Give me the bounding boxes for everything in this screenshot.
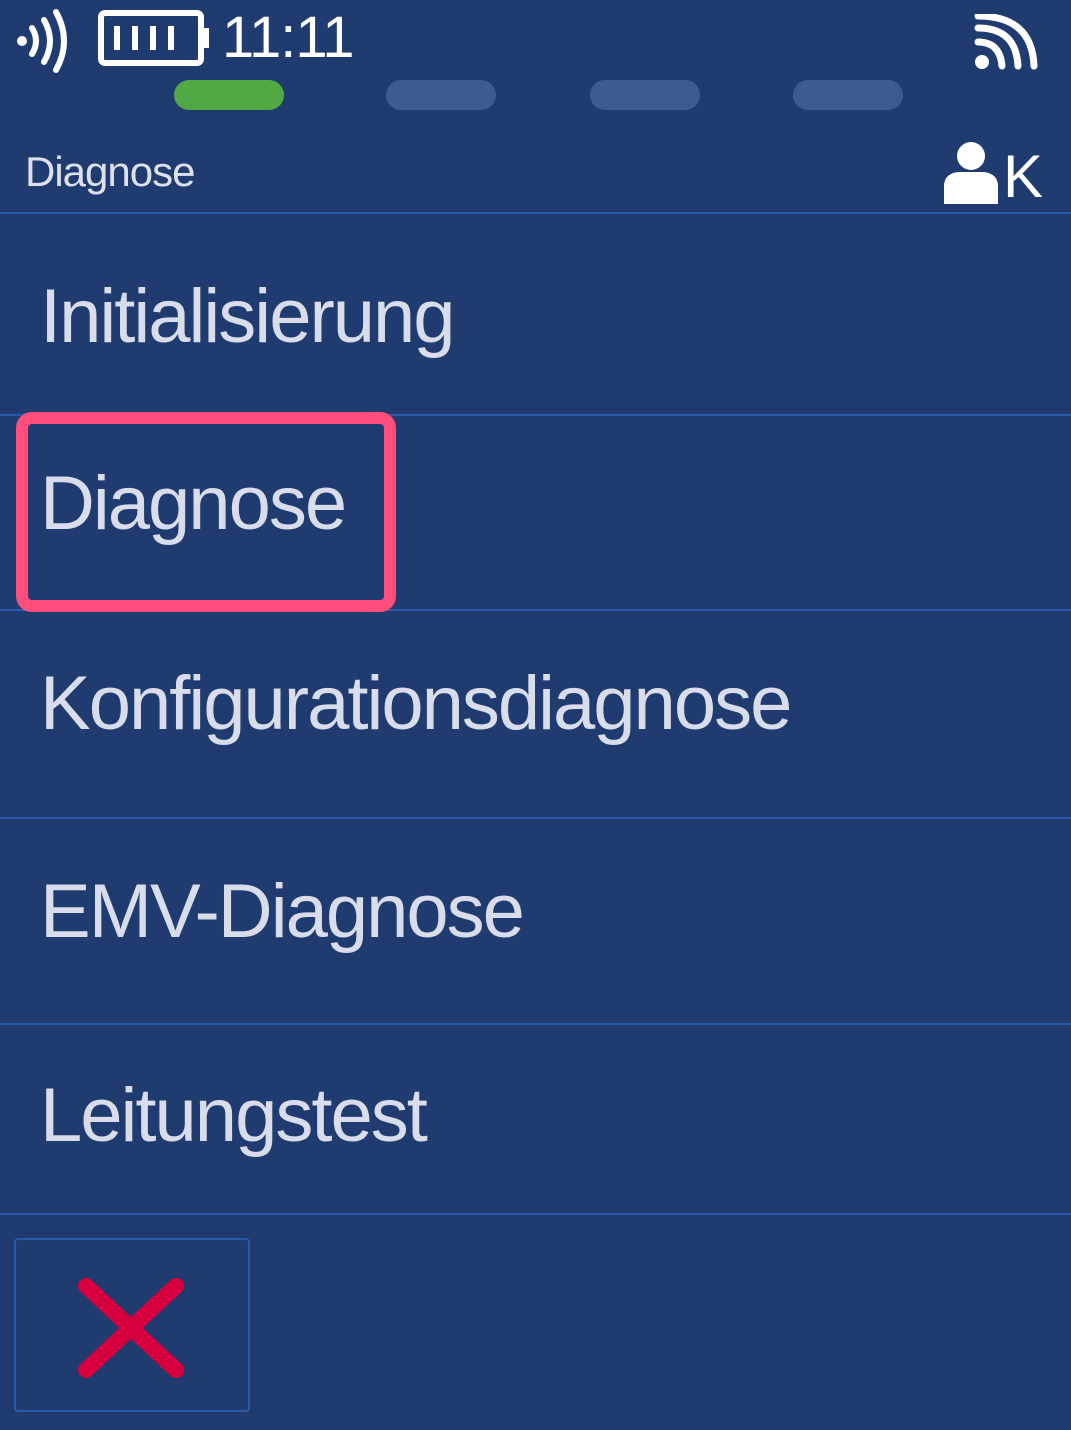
menu-item-leitungstest[interactable]: Leitungstest [0, 1025, 1071, 1215]
menu-item-label: Leitungstest [40, 1073, 428, 1158]
progress-step-2 [386, 80, 496, 110]
user-icon [944, 142, 998, 204]
menu-item-emv-diagnose[interactable]: EMV-Diagnose [0, 819, 1071, 1025]
user-level-badge: K [1003, 143, 1044, 210]
cancel-button[interactable] [14, 1238, 250, 1412]
clock: 11:11 [222, 5, 355, 70]
menu-item-konfigurationsdiagnose[interactable]: Konfigurationsdiagnose [0, 611, 1071, 819]
step-progress [0, 80, 1071, 110]
menu-item-label: EMV-Diagnose [40, 869, 525, 954]
menu-item-label: Diagnose [40, 461, 347, 546]
wifi-icon [974, 14, 1038, 70]
menu-item-initialisierung[interactable]: Initialisierung [0, 214, 1071, 416]
close-icon [78, 1278, 184, 1378]
page-title: Diagnose [25, 148, 195, 195]
page-header: Diagnose K [0, 130, 1071, 214]
menu-item-label: Konfigurationsdiagnose [40, 661, 792, 746]
progress-step-3 [590, 80, 700, 110]
menu-list: Initialisierung Diagnose Konfigurationsd… [0, 214, 1071, 1215]
nfc-icon [17, 9, 67, 73]
progress-step-4 [793, 80, 903, 110]
progress-step-1 [174, 80, 284, 110]
menu-item-diagnose[interactable]: Diagnose [0, 416, 1071, 611]
menu-item-label: Initialisierung [40, 274, 456, 359]
battery-icon [98, 10, 209, 66]
status-bar: 11:11 [0, 0, 1071, 80]
